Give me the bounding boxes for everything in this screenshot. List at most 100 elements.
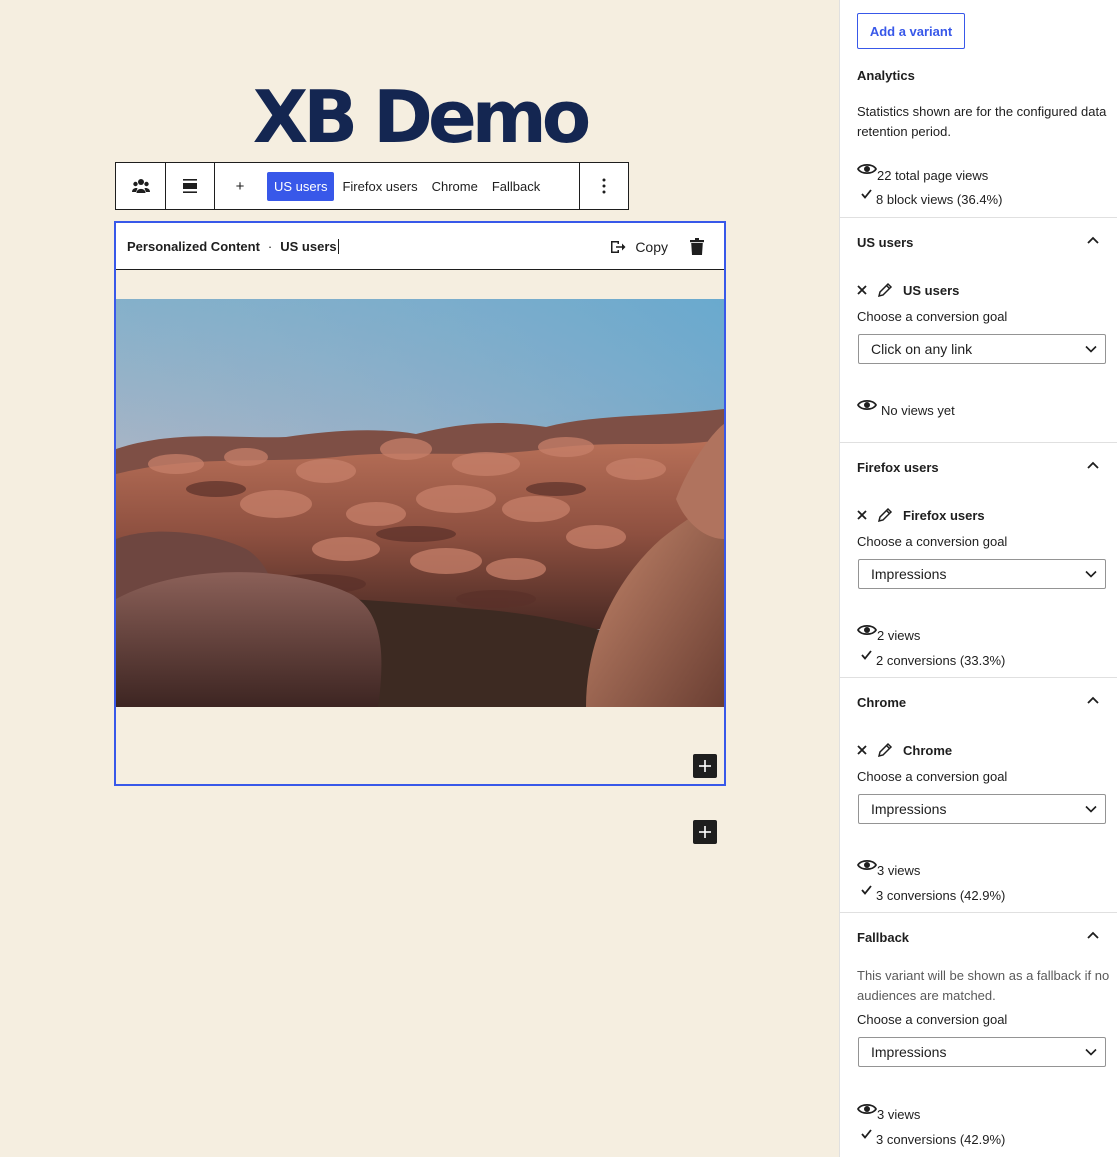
variant-conversions-chrome: 3 conversions (42.9%) bbox=[861, 877, 1005, 903]
chevron-up-icon[interactable] bbox=[1087, 931, 1099, 939]
chevron-down-icon bbox=[1085, 805, 1097, 813]
add-variant-button[interactable]: Add a variant bbox=[857, 13, 965, 49]
pencil-icon[interactable] bbox=[877, 742, 893, 758]
panel-title-chrome[interactable]: Chrome bbox=[857, 695, 906, 710]
panel-title-us-users[interactable]: US users bbox=[857, 235, 913, 250]
conversion-goal-select-us-users[interactable]: Click on any link bbox=[858, 334, 1106, 364]
audience-button[interactable] bbox=[116, 163, 166, 209]
variant-row-firefox-users: Firefox users bbox=[857, 507, 985, 523]
variant-views-firefox-users: 2 views bbox=[857, 616, 920, 643]
close-icon[interactable] bbox=[857, 285, 867, 295]
trash-icon bbox=[690, 238, 704, 255]
conversion-goal-label: Choose a conversion goal bbox=[857, 769, 1008, 784]
text-caret bbox=[337, 238, 339, 254]
audience-icon bbox=[131, 179, 150, 193]
conversion-goal-label: Choose a conversion goal bbox=[857, 534, 1008, 549]
conversion-goal-select-chrome[interactable]: Impressions bbox=[858, 794, 1106, 824]
block-views-text: 8 block views (36.4%) bbox=[876, 192, 1003, 207]
block-title: Personalized Content bbox=[127, 238, 260, 254]
add-variant-toolbar-button[interactable]: + bbox=[233, 178, 247, 195]
plus-icon bbox=[699, 760, 711, 772]
variant-views-us-users: No views yet bbox=[857, 391, 955, 418]
chevron-down-icon bbox=[1085, 570, 1097, 578]
variant-tab-firefox-users[interactable]: Firefox users bbox=[335, 172, 424, 201]
views-text: 2 views bbox=[877, 628, 921, 643]
conversions-text: 3 conversions (42.9%) bbox=[876, 888, 1006, 903]
variant-tab-us-users[interactable]: US users bbox=[267, 171, 335, 201]
eye-icon bbox=[857, 163, 877, 175]
views-text: 3 views bbox=[877, 863, 921, 878]
select-value: Impressions bbox=[871, 566, 947, 582]
eye-icon bbox=[857, 1103, 877, 1114]
analytics-heading: Analytics bbox=[857, 68, 915, 83]
variant-name: Firefox users bbox=[903, 507, 985, 523]
align-button[interactable] bbox=[166, 163, 215, 209]
conversion-goal-select-fallback[interactable]: Impressions bbox=[858, 1037, 1106, 1067]
variant-switcher: + US users Firefox users Chrome Fallback bbox=[215, 163, 580, 209]
conversion-goal-label: Choose a conversion goal bbox=[857, 1012, 1008, 1027]
more-vertical-icon bbox=[602, 178, 606, 194]
check-icon bbox=[861, 885, 872, 895]
divider bbox=[840, 677, 1117, 678]
copy-export-icon bbox=[611, 240, 626, 253]
close-icon[interactable] bbox=[857, 510, 867, 520]
landscape-photo bbox=[116, 299, 724, 707]
total-page-views: 22 total page views bbox=[857, 155, 988, 183]
variant-row-chrome: Chrome bbox=[857, 742, 952, 758]
site-title: XB Demo bbox=[252, 75, 592, 159]
divider bbox=[840, 912, 1117, 913]
variant-tab-chrome[interactable]: Chrome bbox=[425, 172, 485, 201]
divider bbox=[840, 442, 1117, 443]
chevron-down-icon bbox=[1085, 1048, 1097, 1056]
chevron-down-icon bbox=[1085, 345, 1097, 353]
conversions-text: 3 conversions (42.9%) bbox=[876, 1132, 1006, 1147]
eye-icon bbox=[857, 859, 877, 870]
panel-title-firefox-users[interactable]: Firefox users bbox=[857, 460, 939, 475]
chevron-up-icon[interactable] bbox=[1087, 236, 1099, 244]
views-text: 3 views bbox=[877, 1107, 921, 1122]
fallback-note: This variant will be shown as a fallback… bbox=[857, 968, 1110, 1003]
conversion-goal-label: Choose a conversion goal bbox=[857, 309, 1008, 324]
pencil-icon[interactable] bbox=[877, 282, 893, 298]
editor-canvas: XB Demo + US users Firefox users Chrome … bbox=[0, 0, 839, 1157]
personalized-content-block[interactable]: Personalized Content · US users Copy bbox=[114, 221, 726, 786]
analytics-description: Statistics shown are for the configured … bbox=[857, 104, 1107, 139]
select-value: Impressions bbox=[871, 801, 947, 817]
block-header: Personalized Content · US users Copy bbox=[116, 223, 724, 270]
variant-tab-fallback[interactable]: Fallback bbox=[485, 172, 547, 201]
desert-rocks-image bbox=[116, 299, 724, 707]
variant-views-fallback: 3 views bbox=[857, 1095, 920, 1122]
copy-label: Copy bbox=[635, 238, 668, 255]
variant-row-us-users: US users bbox=[857, 282, 959, 298]
check-icon bbox=[861, 1129, 872, 1139]
conversion-goal-select-firefox-users[interactable]: Impressions bbox=[858, 559, 1106, 589]
copy-button[interactable]: Copy bbox=[610, 223, 668, 270]
delete-button[interactable] bbox=[690, 238, 704, 258]
block-title-separator: · bbox=[267, 238, 273, 254]
conversions-text: 2 conversions (33.3%) bbox=[876, 653, 1006, 668]
pencil-icon[interactable] bbox=[877, 507, 893, 523]
panel-title-fallback[interactable]: Fallback bbox=[857, 930, 909, 945]
divider bbox=[840, 217, 1117, 218]
variant-name: Chrome bbox=[903, 742, 953, 758]
select-value: Click on any link bbox=[871, 341, 973, 357]
block-variant-name[interactable]: US users bbox=[280, 239, 336, 254]
block-inserter-inner[interactable] bbox=[693, 754, 717, 778]
chevron-up-icon[interactable] bbox=[1087, 696, 1099, 704]
block-toolbar: + US users Firefox users Chrome Fallback bbox=[115, 162, 629, 210]
settings-sidebar: Add a variant Analytics Statistics shown… bbox=[839, 0, 1117, 1157]
align-wide-icon bbox=[183, 179, 197, 193]
variant-conversions-firefox-users: 2 conversions (33.3%) bbox=[861, 642, 1005, 668]
block-inserter-outer[interactable] bbox=[693, 820, 717, 844]
variant-conversions-fallback: 3 conversions (42.9%) bbox=[861, 1121, 1005, 1147]
variant-name: US users bbox=[903, 282, 960, 298]
views-text: No views yet bbox=[881, 403, 955, 418]
plus-icon bbox=[699, 826, 711, 838]
more-options-button[interactable] bbox=[580, 163, 628, 209]
check-icon bbox=[861, 650, 872, 660]
block-views: 8 block views (36.4%) bbox=[861, 181, 1002, 207]
variant-views-chrome: 3 views bbox=[857, 851, 920, 878]
chevron-up-icon[interactable] bbox=[1087, 461, 1099, 469]
eye-icon bbox=[857, 399, 877, 410]
close-icon[interactable] bbox=[857, 745, 867, 755]
